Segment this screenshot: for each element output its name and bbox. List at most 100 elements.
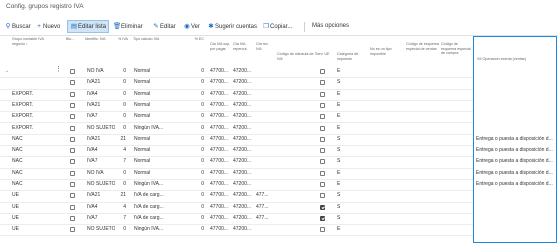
cell-identificador[interactable]: IVA7 bbox=[87, 213, 115, 224]
cell-categoria[interactable]: S bbox=[337, 202, 357, 213]
cell-identificador[interactable]: NO SUJETO bbox=[87, 179, 115, 190]
cell-identificador[interactable]: IVA4 bbox=[87, 145, 115, 156]
cell-grupo[interactable]: UE bbox=[12, 224, 52, 235]
cell-cta-soportado[interactable]: 47700... bbox=[210, 145, 232, 156]
cell-tipo-calculo[interactable]: Normal bbox=[134, 77, 176, 88]
cell-pct-iva[interactable]: 0 bbox=[116, 179, 126, 190]
cell-cta-revers[interactable] bbox=[256, 179, 274, 190]
cell-pct-ec[interactable]: 0 bbox=[178, 100, 204, 111]
cell-clausula[interactable] bbox=[277, 77, 313, 88]
cell-descripcion[interactable] bbox=[476, 202, 556, 213]
blocked-checkbox[interactable] bbox=[70, 204, 75, 210]
col-header-no-imponible[interactable]: No es un tipo imponible bbox=[370, 47, 402, 56]
cell-clausula[interactable] bbox=[277, 190, 313, 201]
cell-categoria[interactable]: E bbox=[337, 66, 357, 77]
cell-pct-iva[interactable]: 0 bbox=[116, 100, 126, 111]
cell-descripcion[interactable]: Entrega o puesta a disposición d... bbox=[476, 168, 556, 179]
cell-cta-soportado[interactable]: 47700... bbox=[210, 123, 232, 134]
copy-button[interactable]: ❐Copiar... bbox=[262, 21, 292, 32]
cell-cta-soportado[interactable]: 47700... bbox=[210, 66, 232, 77]
blocked-checkbox[interactable] bbox=[70, 91, 75, 97]
serv-ue-checkbox[interactable] bbox=[320, 91, 325, 97]
blocked-checkbox[interactable] bbox=[70, 170, 75, 176]
cell-grupo[interactable]: UE bbox=[12, 190, 52, 201]
more-options-button[interactable]: Más opciones bbox=[312, 21, 349, 32]
cell-pct-iva[interactable]: 4 bbox=[116, 202, 126, 213]
table-row[interactable]: UE NO SUJETO 0 Ningún IVA... 0 47700... 47200.… bbox=[0, 224, 473, 237]
cell-grupo[interactable]: UE bbox=[12, 202, 52, 213]
serv-ue-checkbox[interactable] bbox=[320, 193, 325, 199]
delete-button[interactable]: 🗑Eliminar bbox=[113, 21, 143, 32]
new-button[interactable]: + Nuevo bbox=[35, 21, 60, 32]
col-header-pct-ec[interactable]: % EC bbox=[178, 37, 204, 42]
cell-pct-iva[interactable]: 0 bbox=[116, 77, 126, 88]
cell-descripcion[interactable]: Entrega o puesta a disposición d... bbox=[476, 145, 556, 156]
cell-grupo[interactable]: NAC bbox=[12, 145, 52, 156]
cell-cta-repercutido[interactable]: 47200... bbox=[233, 179, 255, 190]
cell-grupo[interactable]: NAC bbox=[12, 156, 52, 167]
cell-grupo[interactable]: EXPORT. bbox=[12, 100, 52, 111]
edit-list-button[interactable]: ▤Editar lista bbox=[67, 20, 110, 33]
cell-cta-soportado[interactable]: 47700... bbox=[210, 213, 232, 224]
cell-pct-ec[interactable]: 0 bbox=[178, 213, 204, 224]
blocked-checkbox[interactable] bbox=[70, 215, 75, 221]
cell-categoria[interactable]: E bbox=[337, 168, 357, 179]
blocked-checkbox[interactable] bbox=[70, 136, 75, 142]
col-header-descripcion[interactable]: SII Operación exenta (ventas) bbox=[477, 57, 557, 62]
cell-pct-iva[interactable]: 7 bbox=[116, 213, 126, 224]
cell-descripcion[interactable] bbox=[476, 100, 556, 111]
cell-clausula[interactable] bbox=[277, 111, 313, 122]
col-header-cta-soportado[interactable]: Cta IVA sop. por pagar bbox=[210, 42, 232, 51]
cell-pct-ec[interactable]: 0 bbox=[178, 134, 204, 145]
row-menu-icon[interactable] bbox=[55, 65, 62, 75]
cell-pct-ec[interactable]: 0 bbox=[178, 145, 204, 156]
cell-clausula[interactable] bbox=[277, 123, 313, 134]
cell-cta-soportado[interactable]: 47700... bbox=[210, 224, 232, 235]
cell-cta-repercutido[interactable]: 47200... bbox=[233, 224, 255, 235]
cell-cta-repercutido[interactable]: 47200... bbox=[233, 111, 255, 122]
serv-ue-checkbox[interactable] bbox=[320, 204, 325, 210]
cell-cta-revers[interactable]: 477... bbox=[256, 213, 274, 224]
cell-cta-revers[interactable] bbox=[256, 111, 274, 122]
col-header-categoria[interactable]: Categoría de impuesto bbox=[337, 52, 367, 61]
cell-tipo-calculo[interactable]: Ningún IVA... bbox=[134, 179, 176, 190]
cell-cta-repercutido[interactable]: 47200... bbox=[233, 89, 255, 100]
cell-descripcion[interactable]: Entrega o puesta a disposición d... bbox=[476, 134, 556, 145]
cell-pct-iva[interactable]: 0 bbox=[116, 168, 126, 179]
cell-pct-iva[interactable]: 4 bbox=[116, 145, 126, 156]
cell-cta-repercutido[interactable]: 47200... bbox=[233, 77, 255, 88]
cell-pct-ec[interactable]: 0 bbox=[178, 224, 204, 235]
cell-identificador[interactable]: IVA21 bbox=[87, 134, 115, 145]
cell-cta-repercutido[interactable]: 47200... bbox=[233, 100, 255, 111]
cell-pct-ec[interactable]: 0 bbox=[178, 168, 204, 179]
serv-ue-checkbox[interactable] bbox=[320, 170, 325, 176]
cell-pct-ec[interactable]: 0 bbox=[178, 202, 204, 213]
blocked-checkbox[interactable] bbox=[70, 125, 75, 131]
cell-cta-revers[interactable] bbox=[256, 224, 274, 235]
col-header-pct-iva[interactable]: % IVA bbox=[118, 37, 132, 42]
col-header-grupo-negocio[interactable]: Grupo contable IVA negocio ↑ bbox=[12, 37, 54, 46]
cell-cta-revers[interactable] bbox=[256, 156, 274, 167]
cell-grupo[interactable] bbox=[12, 66, 52, 77]
cell-pct-ec[interactable]: 0 bbox=[178, 77, 204, 88]
blocked-checkbox[interactable] bbox=[70, 69, 75, 74]
cell-grupo[interactable]: EXPORT. bbox=[12, 111, 52, 122]
cell-grupo[interactable]: EXPORT. bbox=[12, 89, 52, 100]
cell-descripcion[interactable] bbox=[476, 89, 556, 100]
cell-cta-revers[interactable] bbox=[256, 89, 274, 100]
cell-grupo[interactable] bbox=[12, 77, 52, 88]
col-header-identificador[interactable]: Identific. IVA bbox=[85, 37, 117, 42]
cell-identificador[interactable]: IVA7 bbox=[87, 156, 115, 167]
col-header-cta-revers[interactable]: Cta rev. IVA bbox=[256, 42, 274, 51]
cell-cta-soportado[interactable]: 47700... bbox=[210, 168, 232, 179]
cell-cta-revers[interactable] bbox=[256, 100, 274, 111]
cell-cta-revers[interactable] bbox=[256, 66, 274, 77]
serv-ue-checkbox[interactable] bbox=[320, 136, 325, 142]
cell-cta-repercutido[interactable]: 47200... bbox=[233, 145, 255, 156]
cell-clausula[interactable] bbox=[277, 156, 313, 167]
cell-pct-iva[interactable]: 0 bbox=[116, 66, 126, 77]
col-header-esquema-compras[interactable]: Código de esquema especial de compra bbox=[441, 42, 473, 56]
cell-tipo-calculo[interactable]: IVA de carg... bbox=[134, 213, 176, 224]
cell-cta-repercutido[interactable]: 47200... bbox=[233, 156, 255, 167]
cell-cta-repercutido[interactable]: 47200... bbox=[233, 123, 255, 134]
